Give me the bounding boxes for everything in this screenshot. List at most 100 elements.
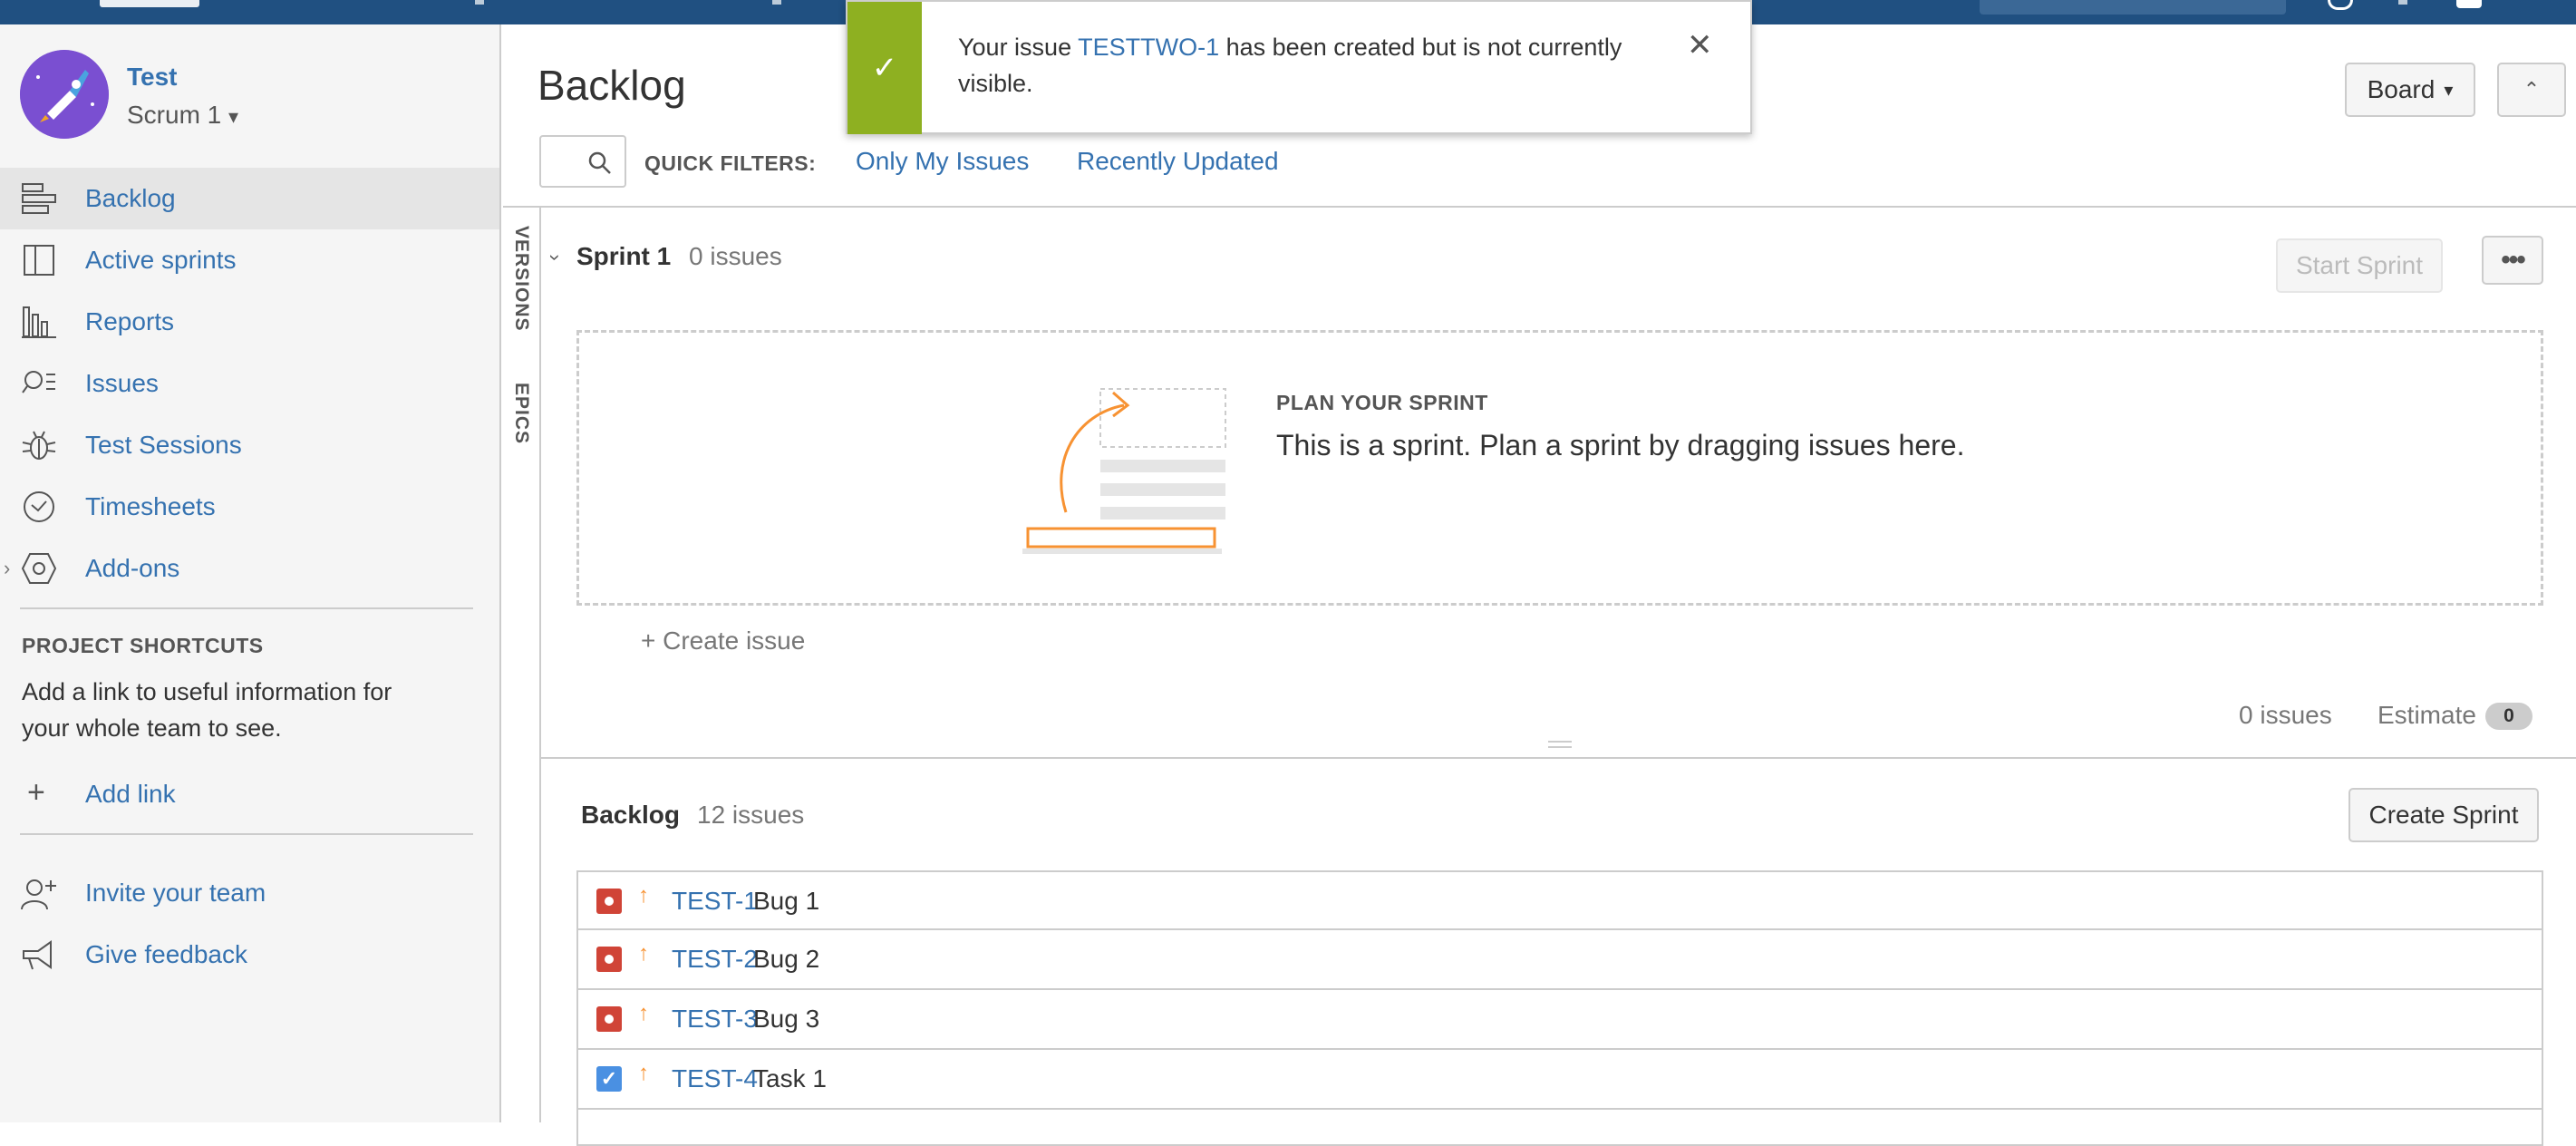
sprint-name[interactable]: Sprint 1 [576,242,671,271]
plus-icon: + [27,775,45,810]
collapse-header-button[interactable]: ⌃ [2497,63,2566,117]
sprint-collapse-chevron-icon[interactable]: › [545,246,567,269]
sidebar-item-label: Active sprints [85,246,237,274]
issue-row[interactable]: ↑ TEST-3 Bug 3 [576,990,2543,1050]
issue-summary: Task 1 [753,1064,827,1093]
page-title: Backlog [537,62,686,109]
backlog-name: Backlog [581,801,680,829]
board-name: Scrum 1 [127,101,222,129]
divider [20,833,473,835]
quick-filter-recently-updated[interactable]: Recently Updated [1077,147,1279,176]
project-navigation: Backlog Active sprints Reports Issues Te… [0,168,499,599]
invite-user-icon [21,879,56,910]
project-shortcuts-text: Add a link to useful information for you… [22,678,392,742]
divider [539,208,541,1122]
issue-row[interactable]: ✓ ↑ TEST-4 Task 1 [576,1050,2543,1110]
issue-summary: Bug 3 [753,1005,820,1033]
backlog-issue-list: ↑ TEST-1 Bug 1 ↑ TEST-2 Bug 2 ↑ TEST-3 B… [576,870,2543,1146]
give-feedback-link[interactable]: Give feedback [85,940,247,969]
add-link-button[interactable]: Add link [85,780,176,809]
sidebar-item-label: Add-ons [85,554,180,582]
sidebar-item-label: Issues [85,369,159,397]
create-sprint-button[interactable]: Create Sprint [2348,788,2539,842]
sidebar-item-label: Reports [85,307,175,335]
addons-icon [20,549,58,588]
tab-epics[interactable]: EPICS [503,383,539,473]
chevron-down-icon: ▾ [228,105,239,128]
nav-menu-fragment[interactable] [772,0,781,5]
divider [539,757,2576,759]
sidebar-item-timesheets[interactable]: Timesheets [0,476,499,538]
board-button-label: Board [2367,75,2436,103]
main-content: Backlog QUICK FILTERS: Only My Issues Re… [503,24,2576,1146]
sidebar-item-test-sessions[interactable]: Test Sessions [0,414,499,476]
plan-sprint-text: This is a sprint. Plan a sprint by dragg… [1276,429,1965,461]
create-issue-button[interactable]: + Create issue [641,626,805,656]
sidebar-item-add-ons[interactable]: › Add-ons [0,538,499,599]
issue-key[interactable]: TEST-1 [672,887,758,916]
chevron-down-icon: ▾ [2444,80,2454,101]
active-sprints-icon [20,241,58,279]
quick-filter-only-my-issues[interactable]: Only My Issues [856,147,1029,176]
notification-prefix: Your issue [958,34,1072,61]
tab-versions[interactable]: VERSIONS [503,226,539,362]
settings-icon[interactable] [2398,0,2407,5]
issue-created-notification: ✓ Your issue TESTTWO-1 has been created … [846,0,1752,134]
estimate-label: Estimate [2377,701,2476,729]
resize-handle[interactable] [1548,741,1572,748]
sprint-issue-count: 0 issues [689,242,782,270]
sidebar-item-issues[interactable]: Issues [0,353,499,414]
created-issue-link[interactable]: TESTTWO-1 [1078,34,1219,61]
issue-search-input[interactable] [539,135,626,188]
backlog-icon [20,180,58,218]
priority-high-icon: ↑ [638,941,649,966]
issue-key[interactable]: TEST-4 [672,1064,758,1093]
sprint-drop-zone[interactable] [576,330,2543,606]
bug-icon [596,889,622,914]
sprint-more-actions-button[interactable]: ••• [2482,236,2543,285]
rocket-icon [20,50,109,139]
clock-icon [20,488,58,526]
priority-high-icon: ↑ [638,1061,649,1085]
sidebar-item-active-sprints[interactable]: Active sprints [0,229,499,291]
sprint-footer-issue-count: 0 issues [2239,701,2332,729]
bug-icon [596,1006,622,1032]
app-logo[interactable] [100,0,199,7]
issue-key[interactable]: TEST-3 [672,1005,758,1034]
board-selector[interactable]: Scrum 1 ▾ [127,101,238,130]
issue-row[interactable] [576,1110,2543,1146]
reports-icon [20,303,58,341]
issue-summary: Bug 2 [753,945,820,973]
nav-menu-fragment[interactable] [475,0,484,5]
sidebar-item-label: Backlog [85,184,176,212]
sidebar-item-backlog[interactable]: Backlog [0,168,499,229]
task-icon: ✓ [596,1066,622,1092]
issue-row[interactable]: ↑ TEST-1 Bug 1 [576,870,2543,930]
project-name[interactable]: Test [127,63,178,92]
global-search-input[interactable] [1980,0,2286,15]
notification-message: Your issue TESTTWO-1 has been created bu… [958,29,1665,102]
issues-icon [20,364,58,403]
sidebar-item-reports[interactable]: Reports [0,291,499,353]
quick-filters-label: QUICK FILTERS: [644,151,817,175]
close-icon[interactable]: ✕ [1687,27,1713,63]
start-sprint-button[interactable]: Start Sprint [2276,238,2443,293]
board-menu-button[interactable]: Board ▾ [2345,63,2475,117]
priority-high-icon: ↑ [638,883,649,908]
issue-key[interactable]: TEST-2 [672,945,758,974]
priority-high-icon: ↑ [638,1001,649,1025]
expand-icon[interactable]: › [4,557,10,580]
invite-team-link[interactable]: Invite your team [85,879,266,908]
help-icon[interactable] [2328,0,2353,10]
plan-sprint-illustration [1022,388,1226,554]
project-shortcuts-heading: PROJECT SHORTCUTS [22,634,264,657]
bug-icon [596,947,622,972]
issue-row[interactable]: ↑ TEST-2 Bug 2 [576,930,2543,990]
divider [20,607,473,609]
project-avatar[interactable] [20,50,109,139]
search-icon [588,151,611,174]
megaphone-icon [23,940,52,970]
user-avatar[interactable] [2456,0,2482,8]
plan-sprint-heading: PLAN YOUR SPRINT [1276,391,1488,414]
issue-summary: Bug 1 [753,887,820,915]
